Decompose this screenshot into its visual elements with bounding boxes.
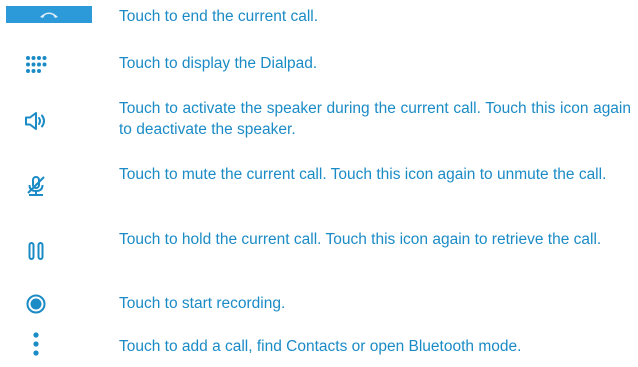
item-text: Touch to hold the current call. Touch th… <box>119 231 602 248</box>
item-text: Touch to display the Dialpad. <box>119 55 318 72</box>
record-icon <box>26 294 46 314</box>
list-item: Touch to mute the current call. Touch th… <box>0 164 638 208</box>
list-item: Touch to start recording. <box>0 293 638 315</box>
hold-icon <box>26 241 46 261</box>
list-item: Touch to end the current call. <box>0 6 638 28</box>
item-text: Touch to activate the speaker during the… <box>119 100 631 138</box>
end-call-icon <box>6 6 92 23</box>
list-item: Touch to display the Dialpad. <box>0 53 638 75</box>
list-item: Touch to add a call, find Contacts or op… <box>0 332 638 360</box>
item-text: Touch to add a call, find Contacts or op… <box>119 338 522 355</box>
item-text: Touch to mute the current call. Touch th… <box>119 166 607 183</box>
list-item: Touch to activate the speaker during the… <box>0 98 638 142</box>
speaker-icon <box>23 111 49 131</box>
mute-icon <box>25 175 47 197</box>
more-options-icon <box>30 332 42 356</box>
item-text: Touch to end the current call. <box>119 8 319 25</box>
dialpad-icon <box>24 55 48 75</box>
list-item: Touch to hold the current call. Touch th… <box>0 229 638 273</box>
item-text: Touch to start recording. <box>119 295 286 312</box>
